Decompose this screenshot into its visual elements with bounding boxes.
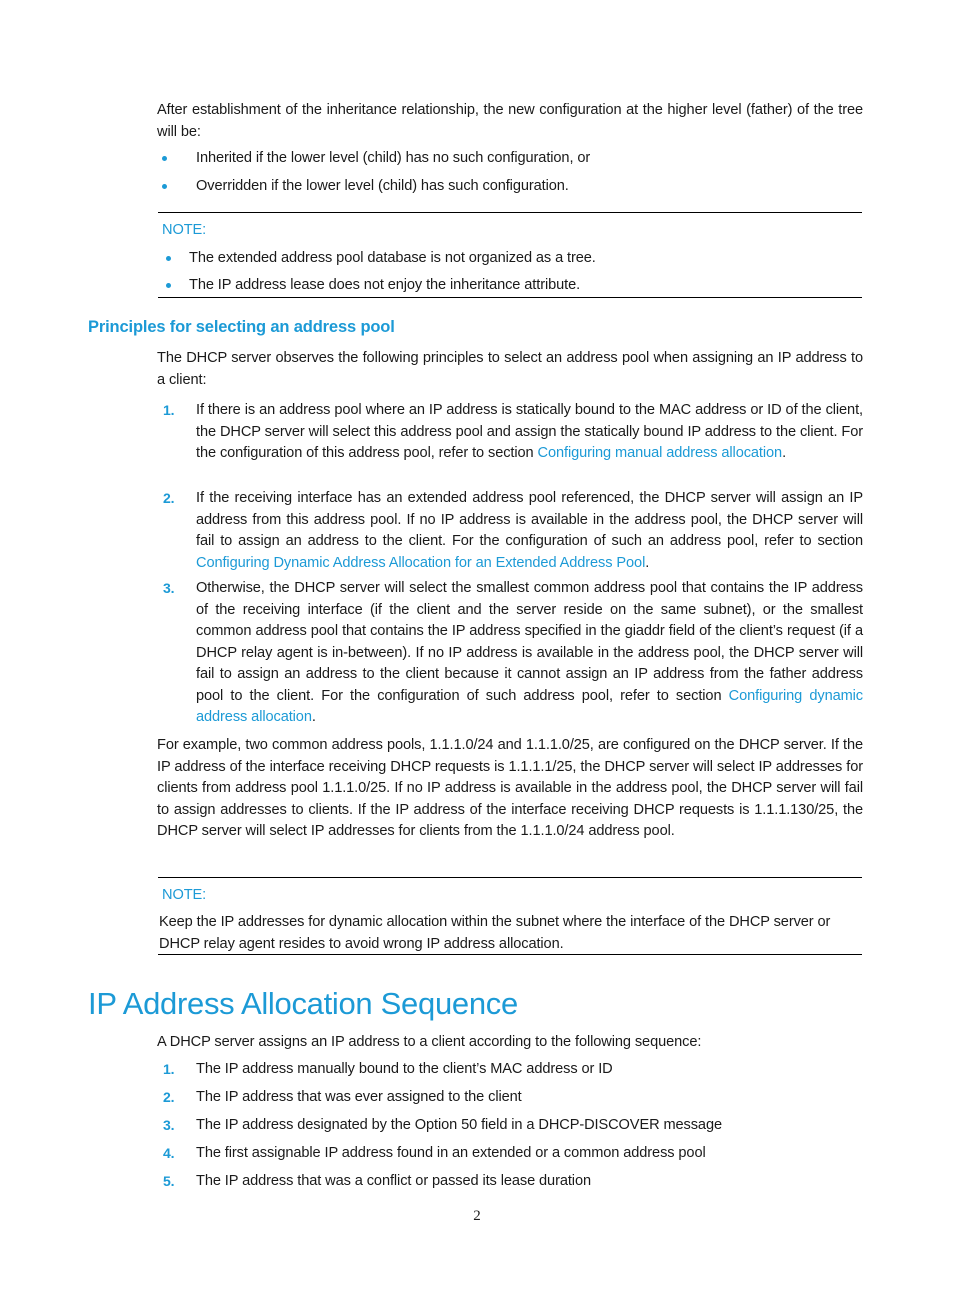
list-item-text-after: . — [645, 554, 650, 571]
example-paragraph: For example, two common address pools, 1… — [157, 737, 863, 839]
principles-list-item: Otherwise, the DHCP server will select t… — [196, 578, 863, 729]
note-body-text: Keep the IP addresses for dynamic alloca… — [159, 914, 831, 952]
note-top-rule — [158, 212, 862, 213]
list-number: 1. — [163, 402, 175, 418]
principles-intro-paragraph: The DHCP server observes the following p… — [157, 350, 863, 388]
document-page: After establishment of the inheritance r… — [0, 0, 954, 1294]
list-number: 1. — [163, 1061, 175, 1077]
intro-bullet-item: Overridden if the lower level (child) ha… — [196, 178, 569, 194]
list-number: 3. — [163, 580, 175, 596]
intro-bullet-item: Inherited if the lower level (child) has… — [196, 150, 591, 166]
page-number: 2 — [473, 1208, 481, 1224]
bullet-marker — [166, 283, 171, 288]
list-item-text: Otherwise, the DHCP server will select t… — [196, 580, 863, 704]
sequence-intro-paragraph: A DHCP server assigns an IP address to a… — [157, 1034, 702, 1050]
list-item-text-after: . — [782, 445, 787, 461]
sequence-list-item: The IP address designated by the Option … — [196, 1117, 722, 1133]
cross-reference-link[interactable]: Configuring manual address allocation — [538, 445, 783, 461]
cross-reference-link[interactable]: Configuring Dynamic Address Allocation f… — [196, 555, 645, 571]
note-label: NOTE: — [162, 887, 207, 903]
bullet-marker — [162, 184, 167, 189]
principles-list-item: If the receiving interface has an extend… — [196, 488, 863, 574]
list-number: 5. — [163, 1173, 175, 1189]
page-title: IP Address Allocation Sequence — [88, 986, 518, 1021]
list-number: 3. — [163, 1117, 175, 1133]
sequence-list-item: The IP address that was a conflict or pa… — [196, 1173, 591, 1189]
list-number: 2. — [163, 1089, 175, 1105]
bullet-marker — [166, 256, 171, 261]
sequence-list-item: The IP address that was ever assigned to… — [196, 1089, 522, 1105]
note-bullet-item: The extended address pool database is no… — [189, 250, 596, 266]
list-number: 2. — [163, 490, 175, 506]
note-bullet-item: The IP address lease does not enjoy the … — [189, 277, 581, 293]
list-item-text: If the receiving interface has an extend… — [196, 490, 863, 549]
sequence-list-item: The IP address manually bound to the cli… — [196, 1061, 613, 1077]
list-item-text-after: . — [311, 709, 316, 725]
principles-list-item: If there is an address pool where an IP … — [196, 400, 863, 465]
note-label: NOTE: — [162, 222, 207, 238]
note-top-rule — [158, 877, 862, 878]
section-heading-principles: Principles for selecting an address pool — [88, 318, 395, 336]
note-bottom-rule — [158, 954, 862, 955]
sequence-list-item: The first assignable IP address found in… — [196, 1145, 706, 1161]
note-bottom-rule — [158, 297, 862, 298]
list-number: 4. — [163, 1145, 175, 1161]
bullet-marker — [162, 156, 167, 161]
intro-paragraph: After establishment of the inheritance r… — [157, 102, 863, 140]
